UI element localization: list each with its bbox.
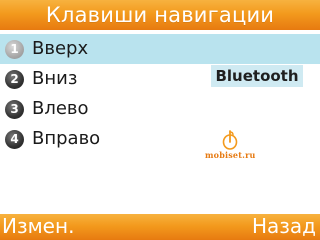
watermark: mobiset.ru	[205, 129, 255, 160]
number-badge-icon: 2	[5, 69, 24, 89]
navigation-keys-list: 1 Вверх 2 Вниз 3 Влево 4 Вправо	[0, 34, 320, 154]
back-softkey[interactable]: Назад	[252, 214, 316, 238]
number-badge-icon: 1	[5, 39, 24, 59]
mobiset-logo-icon	[222, 130, 238, 151]
list-item-right[interactable]: 4 Вправо	[0, 124, 320, 154]
list-item-left[interactable]: 3 Влево	[0, 94, 320, 124]
title-bar: Клавиши навигации	[0, 0, 320, 30]
watermark-text: mobiset.ru	[205, 150, 256, 160]
change-softkey[interactable]: Измен.	[2, 214, 74, 238]
number-badge-icon: 4	[5, 129, 24, 149]
number-badge-icon: 3	[5, 99, 24, 119]
softkey-bar: Измен. Назад	[0, 214, 320, 240]
list-item-label: Влево	[32, 98, 89, 119]
list-item-up[interactable]: 1 Вверх	[0, 34, 320, 64]
list-item-label: Вниз	[32, 68, 78, 89]
assigned-function-badge: Bluetooth	[211, 65, 303, 87]
list-item-label: Вправо	[32, 128, 101, 149]
phone-screen: Клавиши навигации 1 Вверх 2 Вниз 3 Влево…	[0, 0, 320, 240]
list-item-label: Вверх	[32, 38, 89, 59]
screen-title: Клавиши навигации	[45, 3, 275, 27]
